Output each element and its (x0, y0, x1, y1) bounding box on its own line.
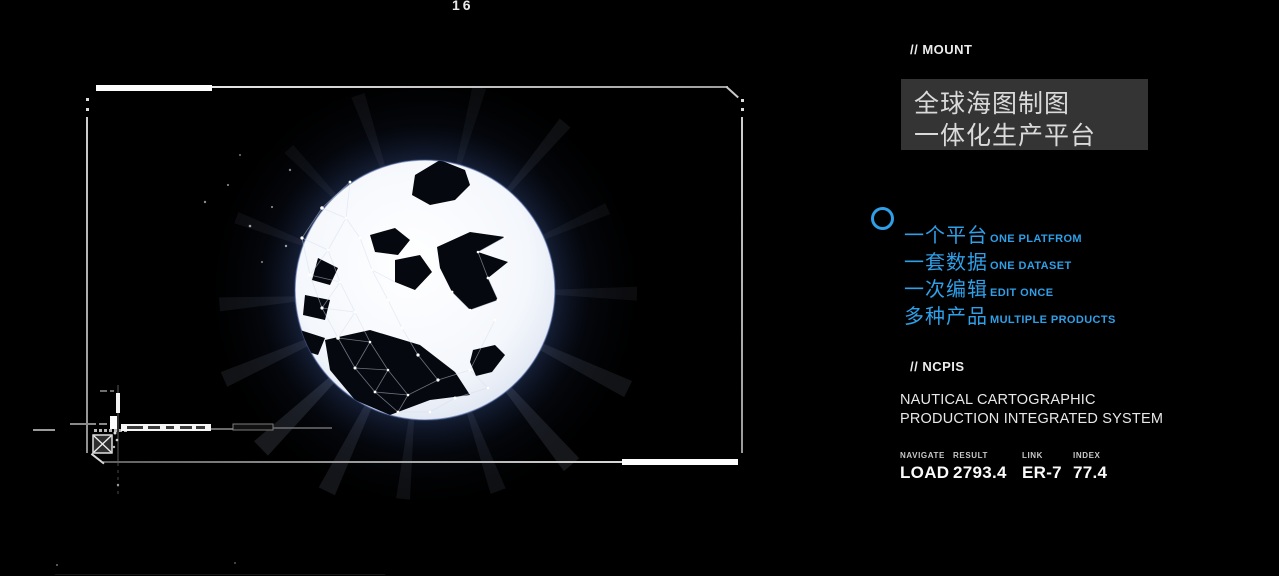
system-name-line-2: PRODUCTION INTEGRATED SYSTEM (900, 410, 1163, 429)
frame-corner-chamfer (726, 86, 739, 98)
hud-decoration (30, 385, 340, 505)
frame-dot (86, 108, 89, 111)
feature-zh: 一个平台 (904, 219, 988, 248)
bottom-dot (56, 564, 58, 566)
stat-value: 2793.4 (953, 463, 1022, 483)
stat-result: RESULT 2793.4 (953, 451, 1022, 483)
feature-item: 一套数据 ONE DATASET (904, 246, 1116, 273)
info-panel: // MOUNT 全球海图制图 一体化生产平台 一个平台 ONE PLATFRO… (860, 0, 1279, 576)
stat-label: INDEX (1073, 451, 1113, 460)
stat-index: INDEX 77.4 (1073, 451, 1113, 483)
title-line-1: 全球海图制图 (914, 84, 1070, 120)
frame-top-line (212, 86, 728, 88)
bottom-faint-line (55, 574, 385, 575)
frame-bottom-bar (622, 459, 738, 465)
stat-link: LINK ER-7 (1022, 451, 1073, 483)
ncpis-label: // NCPIS (910, 359, 965, 374)
system-name: NAUTICAL CARTOGRAPHIC PRODUCTION INTEGRA… (900, 391, 1163, 428)
frame-right-line (741, 117, 743, 453)
mount-label: // MOUNT (910, 42, 973, 57)
title-line-2: 一体化生产平台 (914, 116, 1096, 152)
frame-dot (741, 99, 744, 102)
feature-item: 多种产品 MULTIPLE PRODUCTS (904, 300, 1116, 327)
stats-row: NAVIGATE LOAD RESULT 2793.4 LINK ER-7 IN… (900, 451, 1113, 483)
feature-zh: 多种产品 (904, 300, 988, 329)
frame-number: 16 (452, 0, 474, 13)
stat-value: ER-7 (1022, 463, 1073, 483)
feature-item: 一次编辑 EDIT ONCE (904, 273, 1116, 300)
stat-label: LINK (1022, 451, 1073, 460)
title-box: 全球海图制图 一体化生产平台 (901, 79, 1148, 150)
stat-value: LOAD (900, 463, 953, 483)
feature-en: ONE PLATFROM (990, 233, 1082, 245)
frame-dot (86, 98, 89, 101)
feature-zh: 一次编辑 (904, 273, 988, 302)
feature-en: EDIT ONCE (990, 287, 1054, 299)
stat-label: NAVIGATE (900, 451, 953, 460)
bottom-dot (234, 562, 236, 564)
frame-top-bar (96, 85, 212, 91)
system-name-line-1: NAUTICAL CARTOGRAPHIC (900, 391, 1163, 410)
feature-en: ONE DATASET (990, 260, 1072, 272)
stat-label: RESULT (953, 451, 1022, 460)
feature-zh: 一套数据 (904, 246, 988, 275)
stat-value: 77.4 (1073, 463, 1113, 483)
feature-en: MULTIPLE PRODUCTS (990, 314, 1116, 326)
feature-list: 一个平台 ONE PLATFROM 一套数据 ONE DATASET 一次编辑 … (904, 219, 1116, 327)
frame-dot (741, 108, 744, 111)
feature-item: 一个平台 ONE PLATFROM (904, 219, 1116, 246)
presentation-slide: 16 (0, 0, 1279, 576)
stat-navigate: NAVIGATE LOAD (900, 451, 953, 483)
circle-bullet-icon (871, 207, 894, 230)
